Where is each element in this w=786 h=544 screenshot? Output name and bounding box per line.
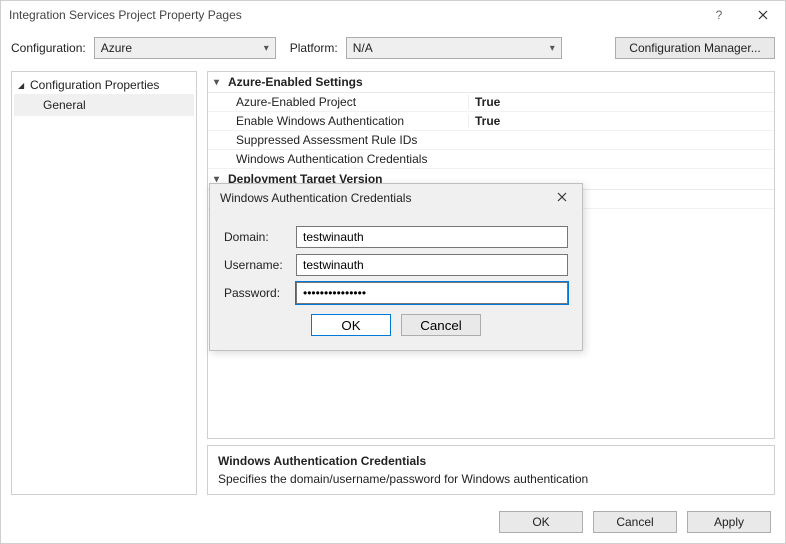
prop-name: Windows Authentication Credentials: [208, 152, 468, 166]
close-icon: [557, 192, 567, 202]
chevron-down-icon: ▾: [214, 77, 224, 88]
prop-row[interactable]: Azure-Enabled Project True: [208, 93, 774, 112]
platform-value: N/A: [353, 41, 373, 55]
category-tree[interactable]: ◢ Configuration Properties General: [11, 71, 197, 495]
property-pages-window: Integration Services Project Property Pa…: [0, 0, 786, 544]
username-field[interactable]: [296, 254, 568, 276]
close-button[interactable]: [741, 1, 785, 29]
tree-root-label: Configuration Properties: [30, 78, 159, 92]
titlebar: Integration Services Project Property Pa…: [1, 1, 785, 29]
configuration-value: Azure: [101, 41, 132, 55]
password-field[interactable]: [296, 282, 568, 304]
password-label: Password:: [224, 286, 296, 300]
configuration-bar: Configuration: Azure ▾ Platform: N/A ▾ C…: [1, 29, 785, 71]
window-title: Integration Services Project Property Pa…: [9, 8, 697, 22]
dialog-close-button[interactable]: [548, 191, 576, 205]
description-body: Specifies the domain/username/password f…: [218, 472, 764, 486]
configuration-manager-button[interactable]: Configuration Manager...: [615, 37, 775, 59]
prop-name: Suppressed Assessment Rule IDs: [208, 133, 468, 147]
close-icon: [758, 10, 768, 20]
configuration-dropdown[interactable]: Azure ▾: [94, 37, 276, 59]
collapse-icon: ◢: [18, 81, 28, 90]
prop-value[interactable]: True: [468, 95, 774, 109]
dialog-cancel-button[interactable]: Cancel: [401, 314, 481, 336]
cancel-button[interactable]: Cancel: [593, 511, 677, 533]
category-azure-settings[interactable]: ▾ Azure-Enabled Settings: [208, 72, 774, 93]
configuration-label: Configuration:: [11, 41, 86, 55]
platform-dropdown[interactable]: N/A ▾: [346, 37, 562, 59]
footer-buttons: OK Cancel Apply: [1, 501, 785, 543]
prop-row[interactable]: Enable Windows Authentication True: [208, 112, 774, 131]
apply-button[interactable]: Apply: [687, 511, 771, 533]
chevron-down-icon: ▾: [544, 43, 555, 54]
platform-label: Platform:: [290, 41, 338, 55]
dialog-ok-button[interactable]: OK: [311, 314, 391, 336]
tree-item-config-properties[interactable]: ◢ Configuration Properties: [14, 76, 194, 94]
tree-item-general[interactable]: General: [14, 94, 194, 116]
chevron-down-icon: ▾: [258, 43, 269, 54]
prop-name: Enable Windows Authentication: [208, 114, 468, 128]
prop-value[interactable]: True: [468, 114, 774, 128]
domain-field[interactable]: [296, 226, 568, 248]
description-panel: Windows Authentication Credentials Speci…: [207, 445, 775, 495]
prop-name: Azure-Enabled Project: [208, 95, 468, 109]
username-label: Username:: [224, 258, 296, 272]
prop-row[interactable]: Windows Authentication Credentials: [208, 150, 774, 169]
credentials-dialog: Windows Authentication Credentials Domai…: [209, 183, 583, 351]
help-button[interactable]: ?: [697, 1, 741, 29]
prop-row[interactable]: Suppressed Assessment Rule IDs: [208, 131, 774, 150]
dialog-title: Windows Authentication Credentials: [220, 191, 548, 205]
description-title: Windows Authentication Credentials: [218, 454, 764, 468]
dialog-titlebar: Windows Authentication Credentials: [210, 184, 582, 212]
domain-label: Domain:: [224, 230, 296, 244]
category-label: Azure-Enabled Settings: [228, 75, 363, 89]
ok-button[interactable]: OK: [499, 511, 583, 533]
